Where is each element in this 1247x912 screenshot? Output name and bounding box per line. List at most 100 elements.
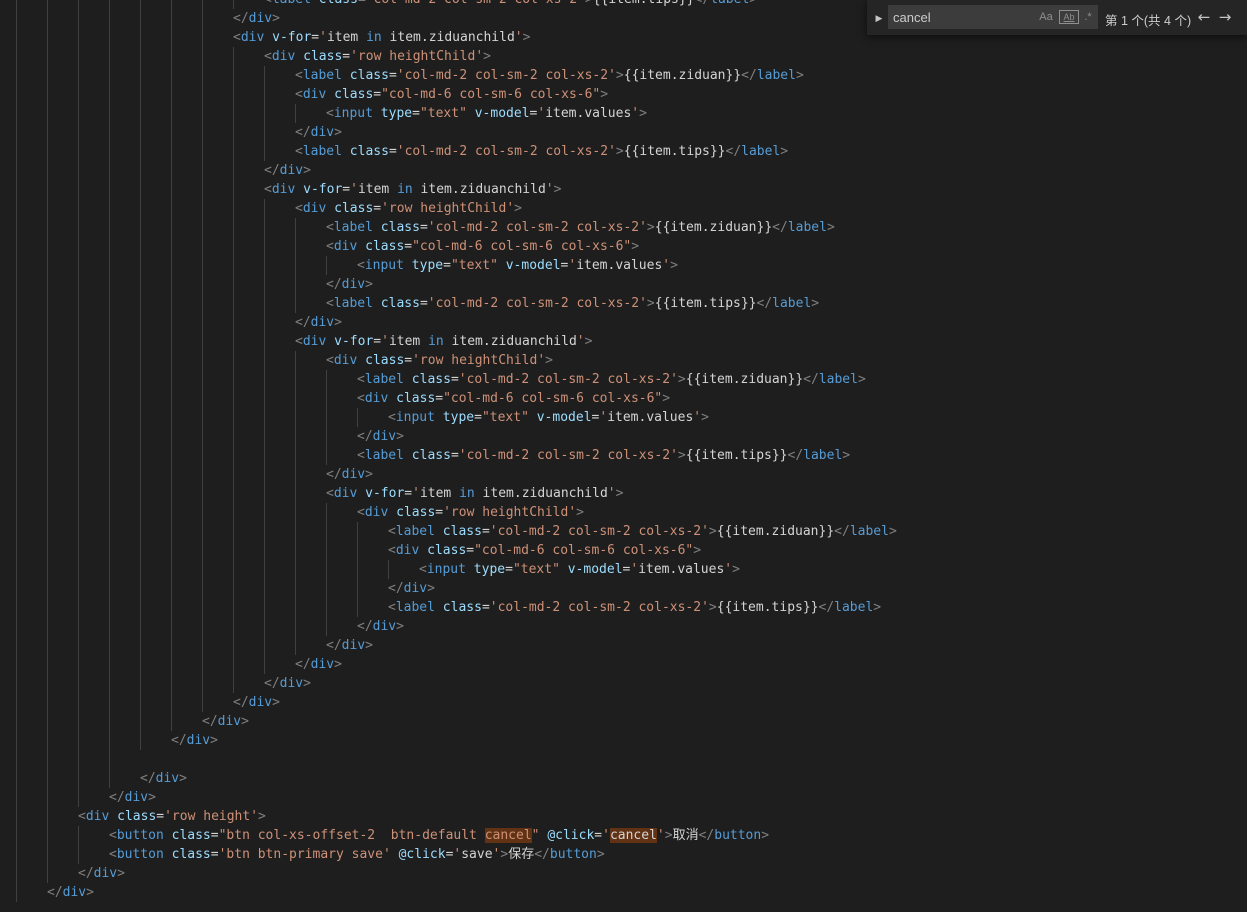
- code-token: =: [342, 182, 351, 197]
- indent-guide: [78, 389, 79, 408]
- code-line[interactable]: </div>: [0, 161, 1247, 180]
- code-line[interactable]: <input type="text" v-model='item.values'…: [0, 256, 1247, 275]
- code-line[interactable]: <div class='row heightChild'>: [0, 199, 1247, 218]
- indent-guide: [264, 218, 265, 237]
- code-line[interactable]: <div class="col-md-6 col-sm-6 col-xs-6">: [0, 541, 1247, 560]
- indent-guide: [47, 275, 48, 294]
- code-token: "col-md-6 col-sm-6 col-xs-6": [381, 87, 601, 102]
- code-line[interactable]: </div>: [0, 883, 1247, 902]
- code-line[interactable]: <div class='row heightChild'>: [0, 351, 1247, 370]
- indent-guide: [78, 522, 79, 541]
- indent-guide: [202, 199, 203, 218]
- indent-guide: [140, 731, 141, 750]
- indent-guide: [171, 123, 172, 142]
- code-line[interactable]: </div>: [0, 427, 1247, 446]
- whole-word-icon[interactable]: Ab: [1059, 10, 1079, 24]
- code-line[interactable]: <label class='col-md-2 col-sm-2 col-xs-2…: [0, 598, 1247, 617]
- code-line[interactable]: <div class="col-md-6 col-sm-6 col-xs-6">: [0, 85, 1247, 104]
- indent-guide: [233, 522, 234, 541]
- code-line[interactable]: <div class="col-md-6 col-sm-6 col-xs-6">: [0, 389, 1247, 408]
- code-line[interactable]: <button class="btn col-xs-offset-2 btn-d…: [0, 826, 1247, 845]
- chevron-right-icon[interactable]: ▶: [872, 9, 886, 27]
- code-line[interactable]: [0, 750, 1247, 769]
- code-line[interactable]: </div>: [0, 674, 1247, 693]
- code-line[interactable]: <label class='col-md-2 col-sm-2 col-xs-2…: [0, 370, 1247, 389]
- code-token: >: [427, 581, 435, 596]
- code-line[interactable]: <div class='row heightChild'>: [0, 503, 1247, 522]
- code-text: </div>: [295, 123, 342, 142]
- code-lines[interactable]: <label class='col-md-2 col-sm-2 col-xs-2…: [0, 0, 1247, 902]
- code-line[interactable]: </div>: [0, 579, 1247, 598]
- code-line[interactable]: <label class='col-md-2 col-sm-2 col-xs-2…: [0, 294, 1247, 313]
- code-line[interactable]: <input type="text" v-model='item.values'…: [0, 560, 1247, 579]
- code-token: {{item.tips}}: [593, 0, 695, 7]
- code-line[interactable]: </div>: [0, 617, 1247, 636]
- code-line[interactable]: </div>: [0, 712, 1247, 731]
- indent-guide: [357, 408, 358, 427]
- code-line[interactable]: <label class='col-md-2 col-sm-2 col-xs-2…: [0, 142, 1247, 161]
- indent-guide: [171, 522, 172, 541]
- code-line[interactable]: <label class='col-md-2 col-sm-2 col-xs-2…: [0, 66, 1247, 85]
- indent-guide: [171, 332, 172, 351]
- arrow-up-icon[interactable]: ←: [1194, 7, 1214, 27]
- code-token: item.values: [607, 410, 694, 425]
- code-line[interactable]: <div v-for='item in item.ziduanchild'>: [0, 180, 1247, 199]
- code-text: <label class='col-md-2 col-sm-2 col-xs-2…: [388, 522, 897, 541]
- code-line[interactable]: <label class='col-md-2 col-sm-2 col-xs-2…: [0, 522, 1247, 541]
- code-line[interactable]: </div>: [0, 655, 1247, 674]
- code-line[interactable]: <label class='col-md-2 col-sm-2 col-xs-2…: [0, 218, 1247, 237]
- code-line[interactable]: </div>: [0, 788, 1247, 807]
- code-editor[interactable]: <label class='col-md-2 col-sm-2 col-xs-2…: [0, 0, 1247, 912]
- code-token: v-for: [272, 30, 312, 45]
- code-token: =: [412, 106, 420, 121]
- match-case-icon[interactable]: Aa: [1037, 9, 1055, 25]
- code-token: ': [576, 334, 585, 349]
- indent-guide: [140, 522, 141, 541]
- code-line[interactable]: </div>: [0, 313, 1247, 332]
- code-token: <: [109, 828, 117, 843]
- indent-guide: [78, 484, 79, 503]
- code-line[interactable]: <input type="text" v-model='item.values'…: [0, 104, 1247, 123]
- code-line[interactable]: <div class='row heightChild'>: [0, 47, 1247, 66]
- code-line[interactable]: </div>: [0, 864, 1247, 883]
- code-line[interactable]: <button class='btn btn-primary save' @cl…: [0, 845, 1247, 864]
- code-text: </div>: [388, 579, 435, 598]
- code-token: >: [545, 353, 553, 368]
- indent-guide: [202, 104, 203, 123]
- code-text: <div class='row heightChild'>: [357, 503, 584, 522]
- indent-guide: [202, 9, 203, 28]
- code-line[interactable]: <div v-for='item in item.ziduanchild'>: [0, 332, 1247, 351]
- indent-guide: [16, 731, 17, 750]
- code-token: >: [795, 68, 804, 83]
- regex-icon[interactable]: .*: [1081, 9, 1095, 25]
- code-line[interactable]: </div>: [0, 769, 1247, 788]
- code-line[interactable]: <div class='row height'>: [0, 807, 1247, 826]
- indent-guide: [78, 674, 79, 693]
- code-line[interactable]: <div class="col-md-6 col-sm-6 col-xs-6">: [0, 237, 1247, 256]
- indent-guide: [140, 503, 141, 522]
- code-token: <: [388, 600, 396, 615]
- indent-guide: [140, 560, 141, 579]
- code-line[interactable]: </div>: [0, 636, 1247, 655]
- code-line[interactable]: </div>: [0, 731, 1247, 750]
- arrow-down-icon[interactable]: →: [1215, 7, 1235, 27]
- code-line[interactable]: </div>: [0, 275, 1247, 294]
- code-token: item: [419, 486, 460, 501]
- indent-guide: [295, 237, 296, 256]
- code-token: type: [380, 106, 413, 121]
- code-line[interactable]: <div v-for='item in item.ziduanchild'>: [0, 484, 1247, 503]
- code-line[interactable]: <input type="text" v-model='item.values'…: [0, 408, 1247, 427]
- code-line[interactable]: </div>: [0, 123, 1247, 142]
- code-line[interactable]: </div>: [0, 693, 1247, 712]
- indent-guide: [16, 655, 17, 674]
- code-line[interactable]: </div>: [0, 465, 1247, 484]
- indent-guide: [78, 275, 79, 294]
- code-token: div: [302, 87, 327, 102]
- indent-guide: [171, 617, 172, 636]
- indent-guide: [16, 294, 17, 313]
- indent-guide: [109, 180, 110, 199]
- code-token: in: [459, 486, 475, 501]
- code-line[interactable]: <label class='col-md-2 col-sm-2 col-xs-2…: [0, 446, 1247, 465]
- indent-guide: [47, 617, 48, 636]
